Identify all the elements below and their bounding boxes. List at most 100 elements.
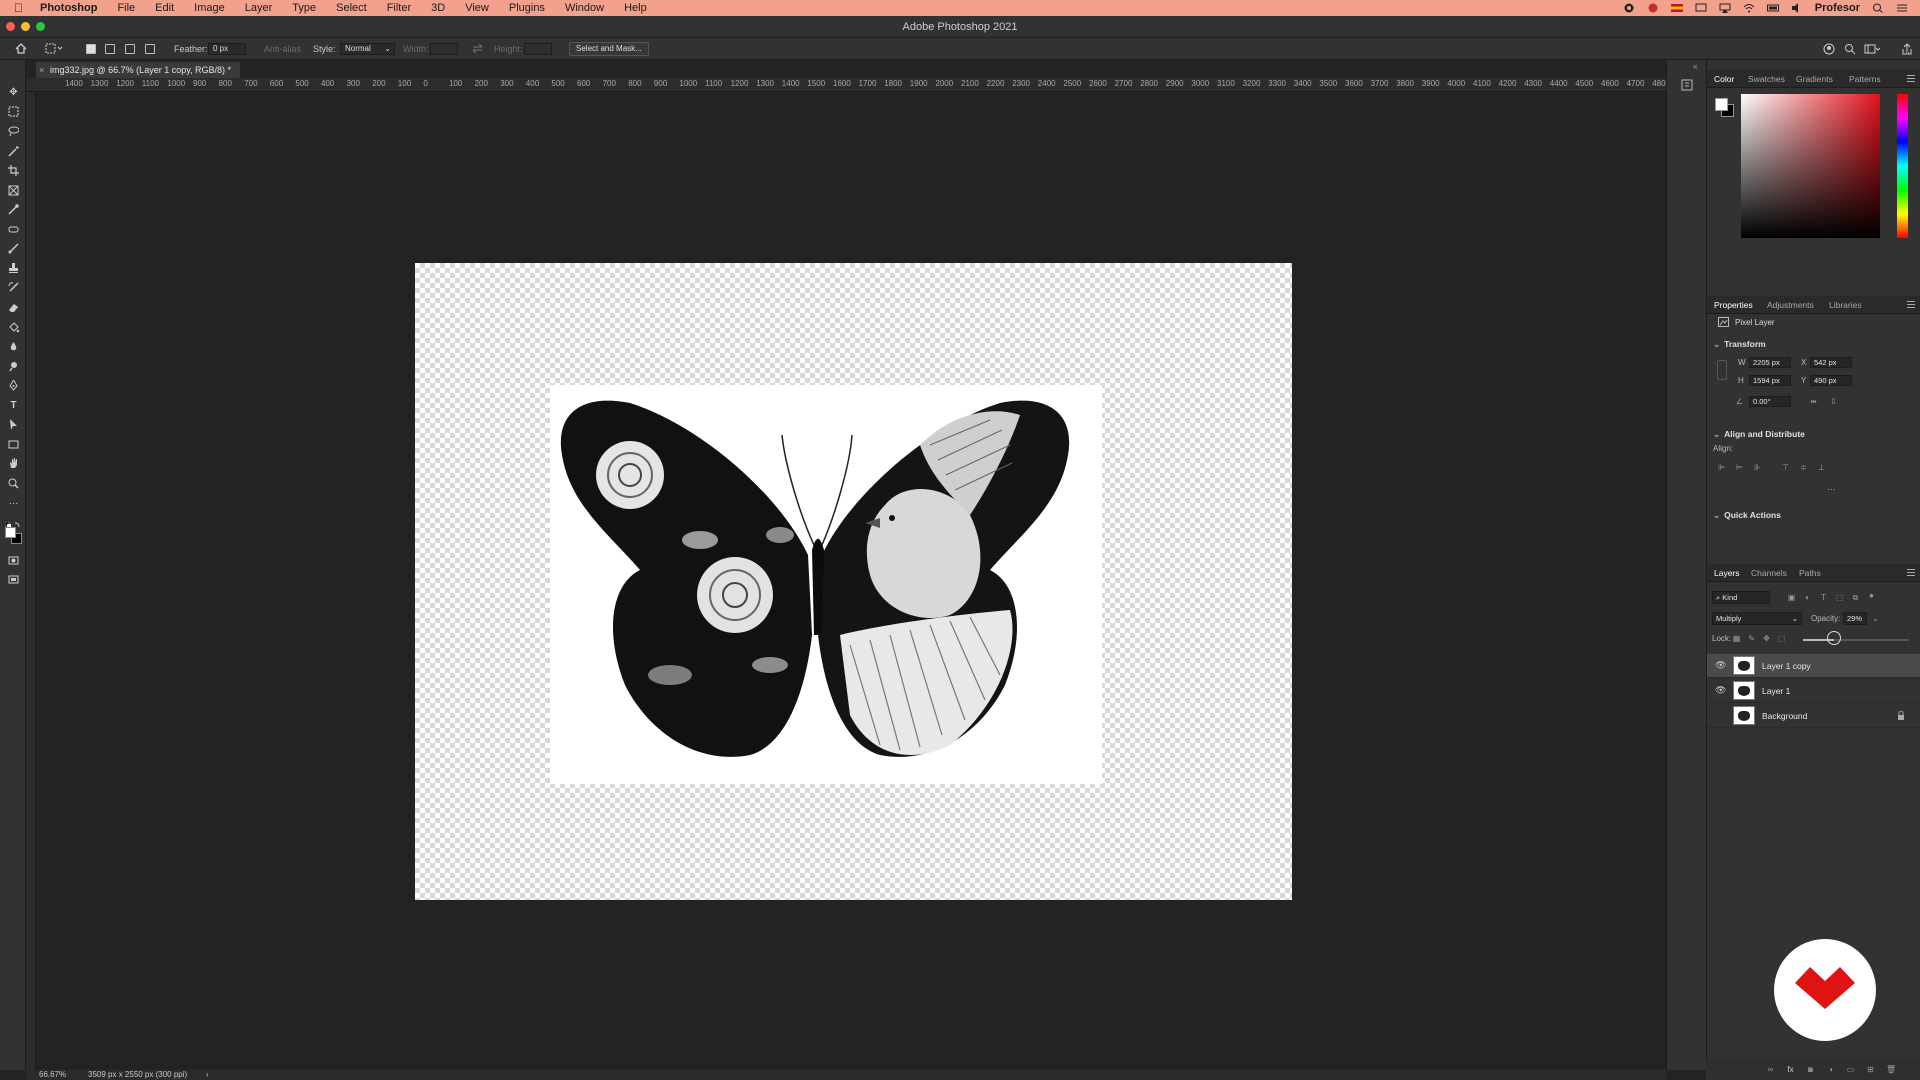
- link-icon[interactable]: [1717, 360, 1727, 380]
- volume-icon[interactable]: [1791, 3, 1803, 13]
- menu-layer[interactable]: Layer: [245, 2, 273, 14]
- menu-edit[interactable]: Edit: [155, 2, 174, 14]
- align-left-icon[interactable]: ⊫: [1717, 463, 1726, 472]
- zoom-tool-icon[interactable]: [8, 478, 19, 489]
- menu-image[interactable]: Image: [194, 2, 225, 14]
- color-field[interactable]: [1741, 94, 1880, 238]
- move-tool-icon[interactable]: ✥: [8, 87, 19, 98]
- healing-brush-tool-icon[interactable]: [8, 224, 19, 235]
- menu-app-name[interactable]: Photoshop: [40, 2, 97, 14]
- tab-paths[interactable]: Paths: [1799, 564, 1821, 582]
- clone-stamp-tool-icon[interactable]: [8, 263, 19, 274]
- menu-3d[interactable]: 3D: [431, 2, 445, 14]
- quick-actions-section[interactable]: Quick Actions: [1713, 510, 1781, 521]
- minimize-window-button[interactable]: [21, 22, 30, 31]
- marquee-preset-icon[interactable]: [45, 43, 63, 56]
- more-tools-icon[interactable]: ···: [8, 498, 19, 509]
- layer-filter-select[interactable]: ⌕ Kind: [1712, 591, 1770, 604]
- zoom-level[interactable]: 66.67%: [39, 1070, 66, 1080]
- rectangle-tool-icon[interactable]: [8, 439, 19, 450]
- style-select[interactable]: Normal ⌄: [340, 43, 395, 55]
- pen-tool-icon[interactable]: [8, 379, 19, 391]
- tab-adjustments[interactable]: Adjustments: [1767, 296, 1814, 314]
- align-bottom-icon[interactable]: ⊥: [1817, 463, 1826, 472]
- collapse-panel-icon[interactable]: »: [1905, 48, 1909, 57]
- delete-layer-icon[interactable]: 🗑: [1886, 1065, 1896, 1074]
- quick-mask-icon[interactable]: [8, 555, 19, 566]
- menu-help[interactable]: Help: [624, 2, 647, 14]
- lock-position-icon[interactable]: ✥: [1762, 634, 1771, 643]
- filter-pixel-icon[interactable]: ▣: [1787, 593, 1796, 602]
- new-group-icon[interactable]: ▭: [1846, 1065, 1855, 1074]
- align-top-icon[interactable]: ⊤: [1781, 463, 1790, 472]
- layer-style-fx-icon[interactable]: fx: [1786, 1065, 1795, 1074]
- y-prop-input[interactable]: 490 px: [1810, 375, 1852, 386]
- filter-toggle-icon[interactable]: ●: [1867, 591, 1876, 600]
- control-center-icon[interactable]: [1896, 3, 1908, 13]
- search-icon[interactable]: [1844, 43, 1856, 57]
- new-layer-icon[interactable]: ⊞: [1866, 1065, 1875, 1074]
- close-window-button[interactable]: [6, 22, 15, 31]
- angle-input[interactable]: 0.00°: [1749, 396, 1791, 407]
- visibility-eye-icon[interactable]: 👁: [1715, 660, 1726, 670]
- tab-patterns[interactable]: Patterns: [1849, 70, 1881, 88]
- height-input[interactable]: [524, 43, 552, 55]
- eyedropper-tool-icon[interactable]: [8, 204, 19, 215]
- color-panel-menu-icon[interactable]: [1907, 75, 1915, 82]
- history-brush-tool-icon[interactable]: [8, 282, 19, 293]
- layer-row-layer-1[interactable]: 👁 Layer 1: [1707, 679, 1920, 703]
- chevron-right-icon[interactable]: ›: [206, 1070, 209, 1080]
- path-selection-tool-icon[interactable]: [8, 419, 19, 430]
- magic-wand-tool-icon[interactable]: [8, 146, 19, 157]
- battery-icon[interactable]: [1766, 3, 1779, 13]
- blend-mode-select[interactable]: Multiply ⌄: [1712, 612, 1802, 625]
- select-and-mask-button[interactable]: Select and Mask...: [569, 42, 649, 56]
- brush-tool-icon[interactable]: [8, 243, 19, 254]
- visibility-eye-icon[interactable]: 👁: [1715, 685, 1726, 695]
- eraser-tool-icon[interactable]: [8, 302, 19, 313]
- tab-properties[interactable]: Properties: [1714, 296, 1753, 314]
- airplay-icon[interactable]: [1719, 3, 1731, 13]
- layer-row-background[interactable]: Background: [1707, 704, 1920, 728]
- width-input[interactable]: [430, 43, 458, 55]
- filter-type-icon[interactable]: T: [1819, 593, 1828, 602]
- screen-mode-icon[interactable]: [8, 574, 19, 585]
- menu-type[interactable]: Type: [292, 2, 316, 14]
- intersect-selection-button[interactable]: [145, 44, 155, 54]
- lock-pixels-icon[interactable]: ✎: [1747, 634, 1756, 643]
- paint-bucket-tool-icon[interactable]: [8, 322, 20, 333]
- tab-layers[interactable]: Layers: [1714, 564, 1740, 582]
- align-distribute-section[interactable]: Align and Distribute: [1713, 429, 1805, 440]
- menu-view[interactable]: View: [465, 2, 489, 14]
- filter-shape-icon[interactable]: ⬚: [1835, 593, 1844, 602]
- x-prop-input[interactable]: 542 px: [1810, 357, 1852, 368]
- opacity-dropdown-icon[interactable]: ⌄: [1871, 614, 1880, 623]
- dodge-tool-icon[interactable]: [8, 361, 19, 372]
- menu-file[interactable]: File: [117, 2, 135, 14]
- document-info[interactable]: 3509 px x 2550 px (300 ppi): [88, 1070, 187, 1080]
- flip-vertical-icon[interactable]: ⇳: [1829, 397, 1838, 406]
- opacity-input[interactable]: 29%: [1843, 612, 1867, 625]
- color-foreground-swatch[interactable]: [1715, 98, 1728, 111]
- tab-gradients[interactable]: Gradients: [1796, 70, 1833, 88]
- tab-channels[interactable]: Channels: [1751, 564, 1787, 582]
- lasso-tool-icon[interactable]: [8, 126, 20, 137]
- menu-plugins[interactable]: Plugins: [509, 2, 545, 14]
- history-panel-icon[interactable]: [1681, 78, 1693, 96]
- flip-horizontal-icon[interactable]: ⇹: [1809, 397, 1818, 406]
- account-icon[interactable]: [1823, 43, 1835, 57]
- filter-smart-object-icon[interactable]: ⧉: [1851, 593, 1860, 602]
- more-options-icon[interactable]: ···: [1827, 485, 1836, 494]
- align-center-horizontal-icon[interactable]: ⊨: [1735, 463, 1744, 472]
- frame-tool-icon[interactable]: [8, 185, 19, 196]
- add-selection-button[interactable]: [105, 44, 115, 54]
- menu-window[interactable]: Window: [565, 2, 604, 14]
- record-icon[interactable]: [1623, 3, 1635, 13]
- apple-icon[interactable]: : [14, 1, 30, 15]
- hue-slider[interactable]: [1897, 94, 1908, 238]
- close-tab-icon[interactable]: ×: [39, 62, 44, 78]
- crop-tool-icon[interactable]: [8, 165, 19, 176]
- layer-row-layer-1-copy[interactable]: 👁 Layer 1 copy: [1707, 654, 1920, 678]
- type-tool-icon[interactable]: T: [8, 400, 19, 411]
- lock-transparent-icon[interactable]: ▦: [1732, 634, 1741, 643]
